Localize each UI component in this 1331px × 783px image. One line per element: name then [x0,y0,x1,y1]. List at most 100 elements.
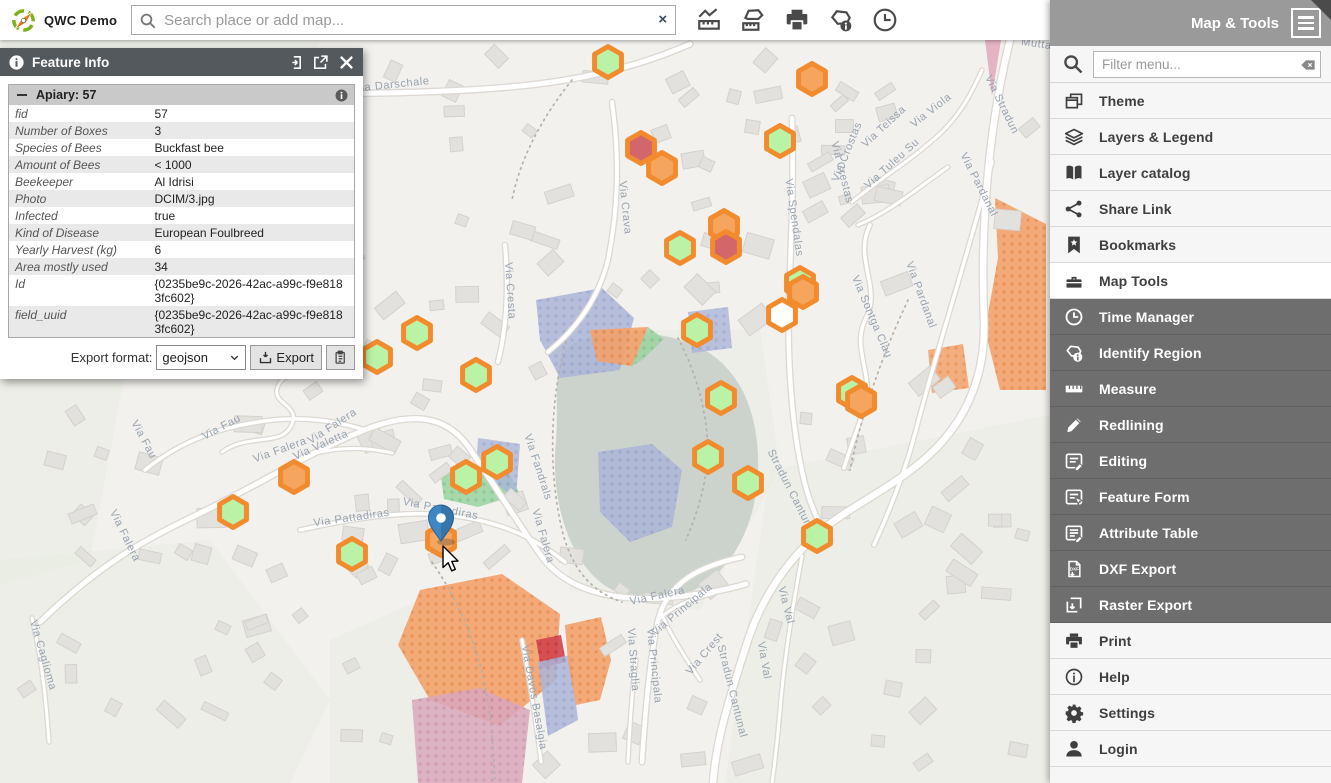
apiary-marker-green[interactable] [453,462,480,493]
sidebar-item-layer-catalog[interactable]: Layer catalog [1050,155,1331,191]
export-format-select[interactable]: geojson [156,345,246,370]
time-manager-tool-icon[interactable] [870,5,900,35]
sidebar-item-time-manager[interactable]: Time Manager [1050,299,1331,335]
pencil-icon [1063,414,1084,435]
measure-area-tool-icon[interactable] [738,5,768,35]
filter-menu-input[interactable] [1093,51,1321,78]
identify-region-tool-icon[interactable] [826,5,856,35]
apiary-marker-green[interactable] [767,126,794,157]
attribute-row: Amount of Bees< 1000 [9,156,355,173]
apiary-marker-green[interactable] [339,539,366,570]
help-icon [1063,666,1084,687]
search-box[interactable]: × [131,5,676,35]
clock-icon [1063,306,1084,327]
sidebar-item-label: Layers & Legend [1099,129,1213,145]
bookmark-icon [1063,234,1084,255]
attribute-table-icon [1063,522,1084,543]
feature-info-icon[interactable] [335,89,348,102]
apiary-marker-red[interactable] [713,232,740,263]
feature-group-row[interactable]: Apiary: 57 [9,85,355,106]
sidebar-item-raster-export[interactable]: Raster Export [1050,587,1331,623]
apiary-marker-green[interactable] [484,447,511,478]
attribute-label: Area mostly used [9,258,149,275]
sidebar-item-feature-form[interactable]: Feature Form [1050,479,1331,515]
sidebar-item-attribute-table[interactable]: Attribute Table [1050,515,1331,551]
sidebar-items: Theme Layers & Legend Layer catalog Share L… [1050,83,1331,767]
apiary-marker-green[interactable] [735,468,762,499]
sidebar-item-identify-region[interactable]: Identify Region [1050,335,1331,371]
apiary-marker-green[interactable] [708,383,735,414]
apiary-marker-orange[interactable] [790,277,817,308]
maximize-panel-icon[interactable] [312,54,329,71]
feature-info-header: Feature Info [0,48,363,76]
user-icon [1063,738,1084,759]
apiary-marker-orange[interactable] [799,64,826,95]
sidebar-item-share-link[interactable]: Share Link [1050,191,1331,227]
sidebar-item-label: Feature Form [1099,489,1190,505]
sidebar-item-help[interactable]: Help [1050,659,1331,695]
apiary-marker-orange[interactable] [848,386,875,417]
apiary-marker-orange[interactable] [649,153,676,184]
apiary-marker-green[interactable] [463,360,490,391]
export-button[interactable]: Export [250,345,322,370]
search-input[interactable] [162,11,647,30]
sidebar-item-label: Redlining [1099,417,1164,433]
attribute-value: DCIM/3.jpg [149,190,355,207]
sidebar-item-measure[interactable]: Measure [1050,371,1331,407]
attribute-label: Amount of Bees [9,156,149,173]
sidebar-item-login[interactable]: Login [1050,731,1331,767]
apiary-marker-green[interactable] [220,497,247,528]
sidebar-item-layers-legend[interactable]: Layers & Legend [1050,119,1331,155]
sidebar-item-map-tools[interactable]: Map Tools [1050,263,1331,299]
attribute-row: Kind of DiseaseEuropean Foulbreed [9,224,355,241]
sidebar-item-label: Layer catalog [1099,165,1191,181]
dock-panel-icon[interactable] [286,54,303,71]
sidebar-item-redlining[interactable]: Redlining [1050,407,1331,443]
sidebar-filter-row [1050,46,1331,83]
print-tool-icon[interactable] [782,5,812,35]
share-icon [1063,198,1084,219]
sidebar-menu: Map & Tools Theme Layers & Legend Layer ca… [1050,0,1331,783]
feature-group-title: Apiary: 57 [36,88,335,102]
attribute-row: Infectedtrue [9,207,355,224]
sidebar-header: Map & Tools [1050,0,1331,46]
sidebar-item-bookmarks[interactable]: Bookmarks [1050,227,1331,263]
apiary-marker-green[interactable] [404,318,431,349]
filter-clear-icon[interactable] [1300,57,1316,73]
toolbox-icon [1063,270,1084,291]
apiary-marker-green[interactable] [695,442,722,473]
filter-search-icon [1062,53,1084,75]
copy-to-clipboard-button[interactable] [326,345,355,370]
sidebar-item-theme[interactable]: Theme [1050,83,1331,119]
sidebar-item-label: Identify Region [1099,345,1202,361]
raster-export-icon [1063,594,1084,615]
attribute-label: Photo [9,190,149,207]
export-button-label: Export [276,350,314,365]
apiary-marker-green[interactable] [667,233,694,264]
collapse-icon[interactable] [17,94,27,97]
apiary-marker-white[interactable] [769,300,796,331]
apiary-marker-green[interactable] [364,342,391,373]
sidebar-item-label: Help [1099,669,1130,685]
apiary-marker-green[interactable] [684,315,711,346]
sidebar-item-dxf-export[interactable]: DXFDXF Export [1050,551,1331,587]
measure-tool-icon[interactable] [694,5,724,35]
feature-form-icon [1063,486,1084,507]
apiary-marker-green[interactable] [804,521,831,552]
apiary-marker-orange[interactable] [281,462,308,493]
sidebar-item-editing[interactable]: Editing [1050,443,1331,479]
attribute-value: {0235be9c-2026-42ac-a99c-f9e8183fc602} [149,306,355,338]
sidebar-item-settings[interactable]: Settings [1050,695,1331,731]
attribute-row: Number of Boxes3 [9,122,355,139]
attribute-label: Infected [9,207,149,224]
sidebar-item-print[interactable]: Print [1050,623,1331,659]
attribute-table: Apiary: 57 fid57Number of Boxes3Species … [8,84,355,338]
attribute-label: Beekeeper [9,173,149,190]
apiary-marker-green[interactable] [595,47,622,78]
sidebar-item-label: Measure [1099,381,1157,397]
sidebar-item-label: Settings [1099,705,1155,721]
search-clear-icon[interactable]: × [658,11,667,28]
close-panel-icon[interactable] [338,54,355,71]
attribute-value: 6 [149,241,355,258]
download-icon [258,350,273,365]
